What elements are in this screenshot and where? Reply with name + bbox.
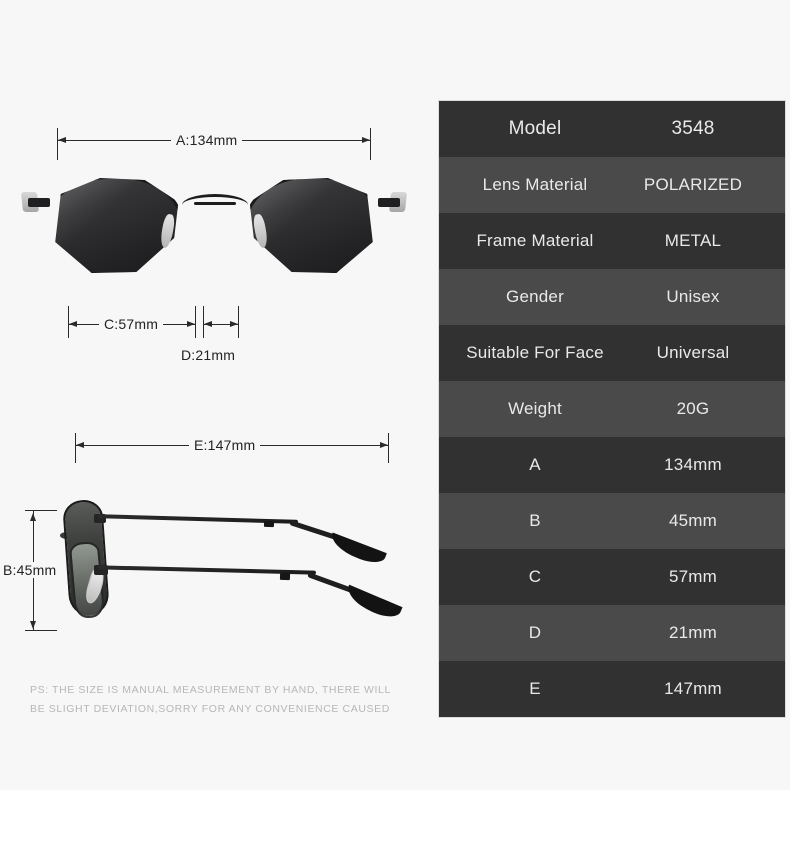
bridge-bar-icon (194, 202, 236, 205)
spec-row-label: Gender (506, 287, 564, 306)
spec-row-value: 147mm (664, 679, 722, 698)
spec-row-label: Frame Material (476, 231, 594, 250)
spec-row: C 57mm (439, 549, 785, 605)
spec-row-value: Universal (656, 343, 730, 362)
spec-row-value: Unisex (666, 287, 720, 306)
spec-row: Gender Unisex (439, 269, 785, 325)
dimension-e-label: E:147mm (189, 437, 261, 453)
measurement-disclaimer-line2: BE SLIGHT DEVIATION,SORRY FOR ANY CONVEN… (30, 703, 390, 715)
specification-table: Model 3548 Lens Material POLARIZED Frame Mat… (438, 100, 786, 718)
dimension-a-left-cap (57, 128, 58, 160)
spec-row-value: POLARIZED (643, 175, 743, 194)
spec-row: E 147mm (439, 661, 785, 717)
spec-row-label: D (528, 623, 542, 642)
dimension-a-right-cap (370, 128, 371, 160)
dimension-a-left-arrow (58, 136, 66, 143)
spec-row-label: Suitable For Face (466, 343, 604, 362)
sunglasses-side-view (58, 496, 403, 631)
spec-row-value: 57mm (668, 567, 718, 586)
spec-row: A 134mm (439, 437, 785, 493)
spec-row-label: B (529, 511, 541, 530)
dimension-a-label: A:134mm (171, 132, 243, 148)
hinge-right-icon (378, 198, 400, 207)
dimension-c-right-arrow (187, 320, 195, 327)
dimension-a-right-arrow (362, 136, 370, 143)
sunglasses-front-view (20, 168, 408, 283)
spec-row: Frame Material METAL (439, 213, 785, 269)
dimension-e-left-arrow (76, 441, 84, 448)
temple-joint-top-icon (263, 520, 275, 528)
dimension-b-bottom-cap (25, 630, 57, 631)
dimension-b-label: B:45mm (0, 562, 62, 578)
temple-end-tip-bottom (342, 584, 403, 623)
dimension-d-label: D:21mm (176, 347, 241, 363)
dimension-e-left-cap (75, 433, 76, 463)
spec-row-label: C (528, 567, 542, 586)
dimension-b-top-arrow (29, 513, 36, 521)
spec-row: D 21mm (439, 605, 785, 661)
spec-row-value: 20G (676, 399, 710, 418)
dimension-b-top-cap (25, 510, 57, 511)
dimension-d-left-arrow (204, 320, 212, 327)
spec-row-label: E (529, 679, 541, 698)
dimension-b-bottom-arrow (29, 621, 36, 629)
dimension-e-right-arrow (380, 441, 388, 448)
spec-row: Suitable For Face Universal (439, 325, 785, 381)
spec-row-value: 45mm (668, 511, 718, 530)
measurement-disclaimer: PS: THE SIZE IS MANUAL MEASUREMENT BY HA… (30, 681, 410, 719)
temple-end-tip-top (327, 532, 387, 568)
spec-row-value: 134mm (664, 455, 722, 474)
dimension-c-right-cap (195, 306, 196, 338)
spec-row: Model 3548 (439, 101, 785, 157)
spec-row: Lens Material POLARIZED (439, 157, 785, 213)
measurement-disclaimer-line1: PS: THE SIZE IS MANUAL MEASUREMENT BY HA… (30, 684, 391, 696)
spec-row-value: 3548 (671, 118, 715, 139)
spec-row-label: Weight (508, 399, 562, 418)
spec-row-label: Model (508, 118, 562, 139)
spec-row: Weight 20G (439, 381, 785, 437)
dimension-e-right-cap (388, 433, 389, 463)
temple-joint-bottom-icon (279, 572, 291, 581)
spec-row-label: A (529, 455, 541, 474)
dimension-c-label: C:57mm (99, 316, 164, 332)
spec-row: B 45mm (439, 493, 785, 549)
page-bottom-strip (0, 790, 790, 847)
dimension-d-right-arrow (230, 320, 238, 327)
product-diagrams: A:134mm C:57mm D:21mm E:147mm B:45mm PS:… (0, 0, 430, 790)
dimension-c-left-arrow (69, 320, 77, 327)
product-spec-page: A:134mm C:57mm D:21mm E:147mm B:45mm PS:… (0, 0, 790, 790)
spec-row-value: 21mm (668, 623, 718, 642)
dimension-d-right-cap (238, 306, 239, 338)
spec-row-label: Lens Material (482, 175, 588, 194)
hinge-left-icon (28, 198, 50, 207)
spec-row-value: METAL (664, 231, 722, 250)
